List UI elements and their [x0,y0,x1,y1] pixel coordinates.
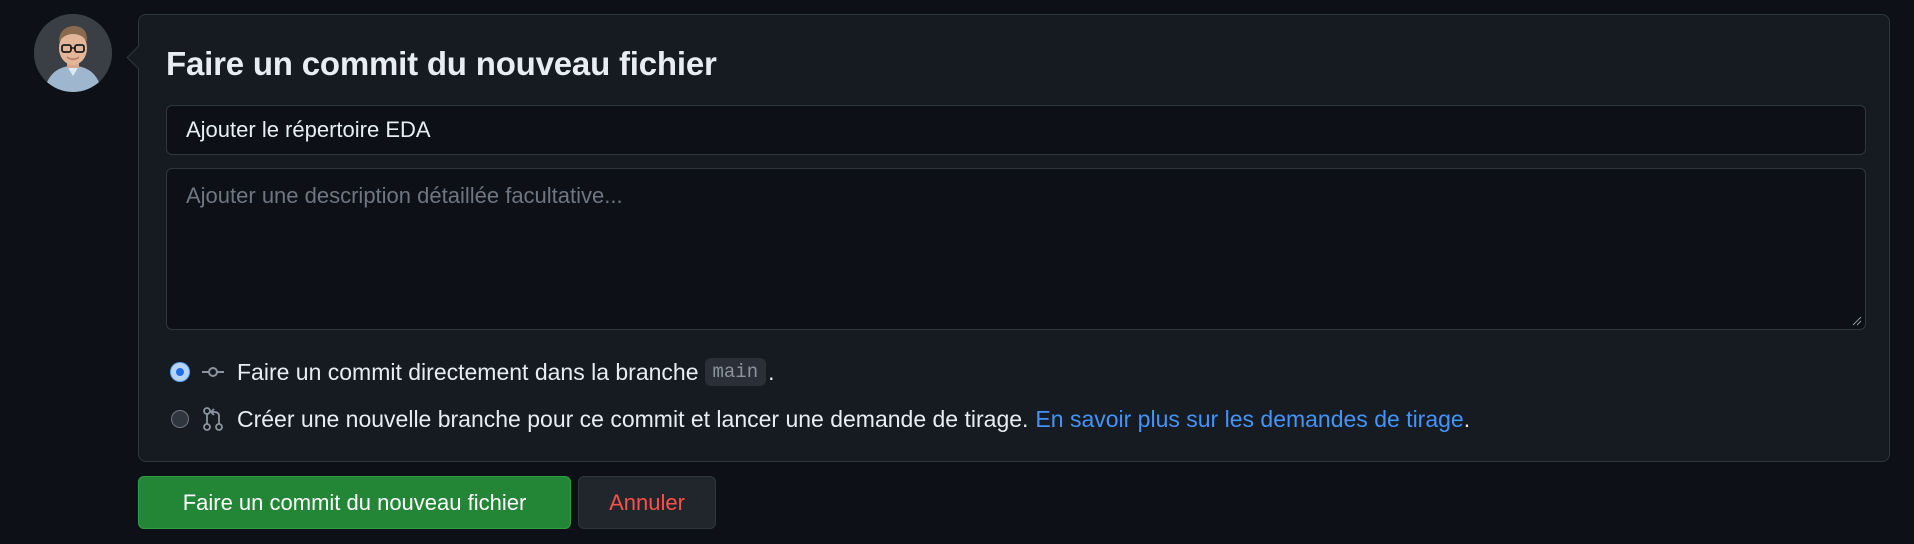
branch-name-badge: main [704,358,767,386]
learn-more-pull-requests-link[interactable]: En savoir plus sur les demandes de tirag… [1035,406,1463,433]
git-pull-request-icon [201,407,225,431]
cancel-button[interactable]: Annuler [578,476,716,529]
commit-new-file-button[interactable]: Faire un commit du nouveau fichier [138,476,571,529]
commit-description-textarea[interactable] [166,168,1866,330]
commit-directly-suffix: . [768,358,775,385]
resize-grip-icon[interactable] [1852,316,1862,326]
commit-directly-label: Faire un commit directement dans la bran… [237,358,699,385]
new-branch-radio[interactable] [171,410,189,428]
new-branch-label: Créer une nouvelle branche pour ce commi… [237,405,1029,432]
commit-summary-input[interactable] [166,105,1866,155]
commit-directly-radio[interactable] [171,363,189,381]
commit-panel: Faire un commit du nouveau fichier Faire… [126,14,1890,462]
avatar[interactable] [34,14,112,92]
panel-pointer [126,45,151,70]
git-commit-icon [201,360,225,384]
new-branch-suffix: . [1463,405,1471,432]
commit-form-title: Faire un commit du nouveau fichier [166,45,717,82]
new-branch-option[interactable]: Créer une nouvelle branche pour ce commi… [171,403,1470,435]
commit-directly-option[interactable]: Faire un commit directement dans la bran… [171,356,775,388]
avatar-image [34,14,112,92]
